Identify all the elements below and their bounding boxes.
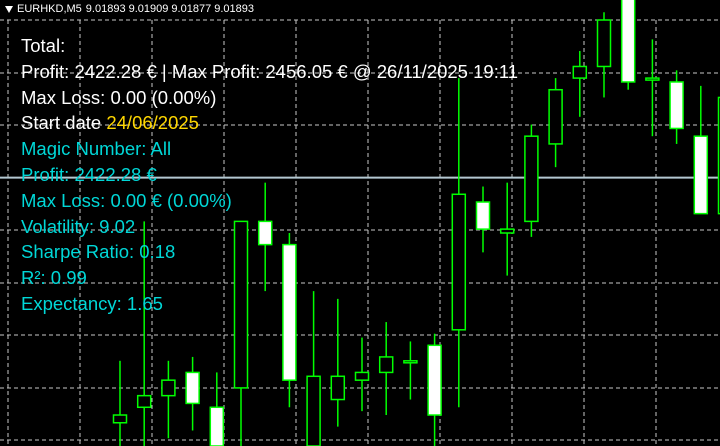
candle-body: [209, 406, 225, 446]
candle-body: [620, 0, 636, 83]
candle-body: [403, 360, 418, 364]
candle-body: [306, 375, 321, 446]
candle-body: [161, 379, 176, 397]
candle-body: [548, 88, 563, 145]
candle-body: [693, 135, 709, 215]
candle-body: [112, 414, 128, 424]
candle: [330, 298, 346, 427]
total-label: Total:: [21, 35, 66, 56]
quote-values: 9.01893 9.01909 9.01877 9.01893: [85, 3, 255, 15]
sharpe-ratio-line: Sharpe Ratio: 0.18: [21, 241, 176, 263]
candle: [112, 360, 128, 446]
volatility-line: Volatility: 9.02: [21, 215, 136, 237]
magic-profit-line: Profit: 2422.28 €: [21, 163, 157, 185]
profit-line: Profit: 2422.28 € | Max Profit: 2456.05 …: [21, 60, 519, 82]
expectancy-line: Expectancy: 1.65: [21, 292, 163, 314]
candle-body: [427, 344, 442, 416]
candle-body: [524, 135, 539, 223]
magic-number-line: Magic Number: All: [21, 138, 172, 160]
r-squared-line: R²: 0.99: [21, 267, 87, 289]
max-loss-line: Max Loss: 0.00 (0.00%): [21, 86, 217, 108]
candle-body: [136, 394, 152, 409]
start-date-row: Start date 24/06/2025: [21, 110, 518, 136]
candle: [403, 341, 418, 400]
candle: [524, 124, 539, 237]
candle: [378, 322, 394, 416]
candle-body: [378, 356, 394, 374]
symbol-header: EURHKD,M5 9.01893 9.01909 9.01877 9.0189…: [5, 3, 254, 15]
candle: [209, 372, 225, 446]
chevron-down-icon[interactable]: [5, 5, 13, 13]
candle-body: [572, 65, 588, 79]
candle-body: [596, 19, 612, 68]
candle: [669, 70, 684, 144]
candle: [596, 12, 612, 98]
candle: [354, 337, 370, 412]
candle: [548, 78, 563, 168]
symbol-label: EURHKD,M5: [17, 3, 82, 15]
magic-max-loss-line: Max Loss: 0.00 € (0.00%): [21, 189, 232, 211]
candle: [693, 85, 709, 215]
candle: [645, 39, 660, 137]
candle-body: [354, 371, 370, 381]
candle-body: [669, 81, 684, 130]
stats-overlay: Total: Profit: 2422.28 € | Max Profit: 2…: [21, 33, 518, 317]
candle: [161, 360, 176, 439]
start-date-label: Start date: [21, 112, 102, 134]
candle: [185, 356, 200, 431]
candle: [620, 0, 636, 90]
candle-body: [330, 375, 346, 401]
candle-body: [185, 371, 200, 405]
start-date-value: 24/06/2025: [106, 112, 199, 134]
candle: [427, 333, 442, 446]
candle-body: [645, 77, 660, 81]
